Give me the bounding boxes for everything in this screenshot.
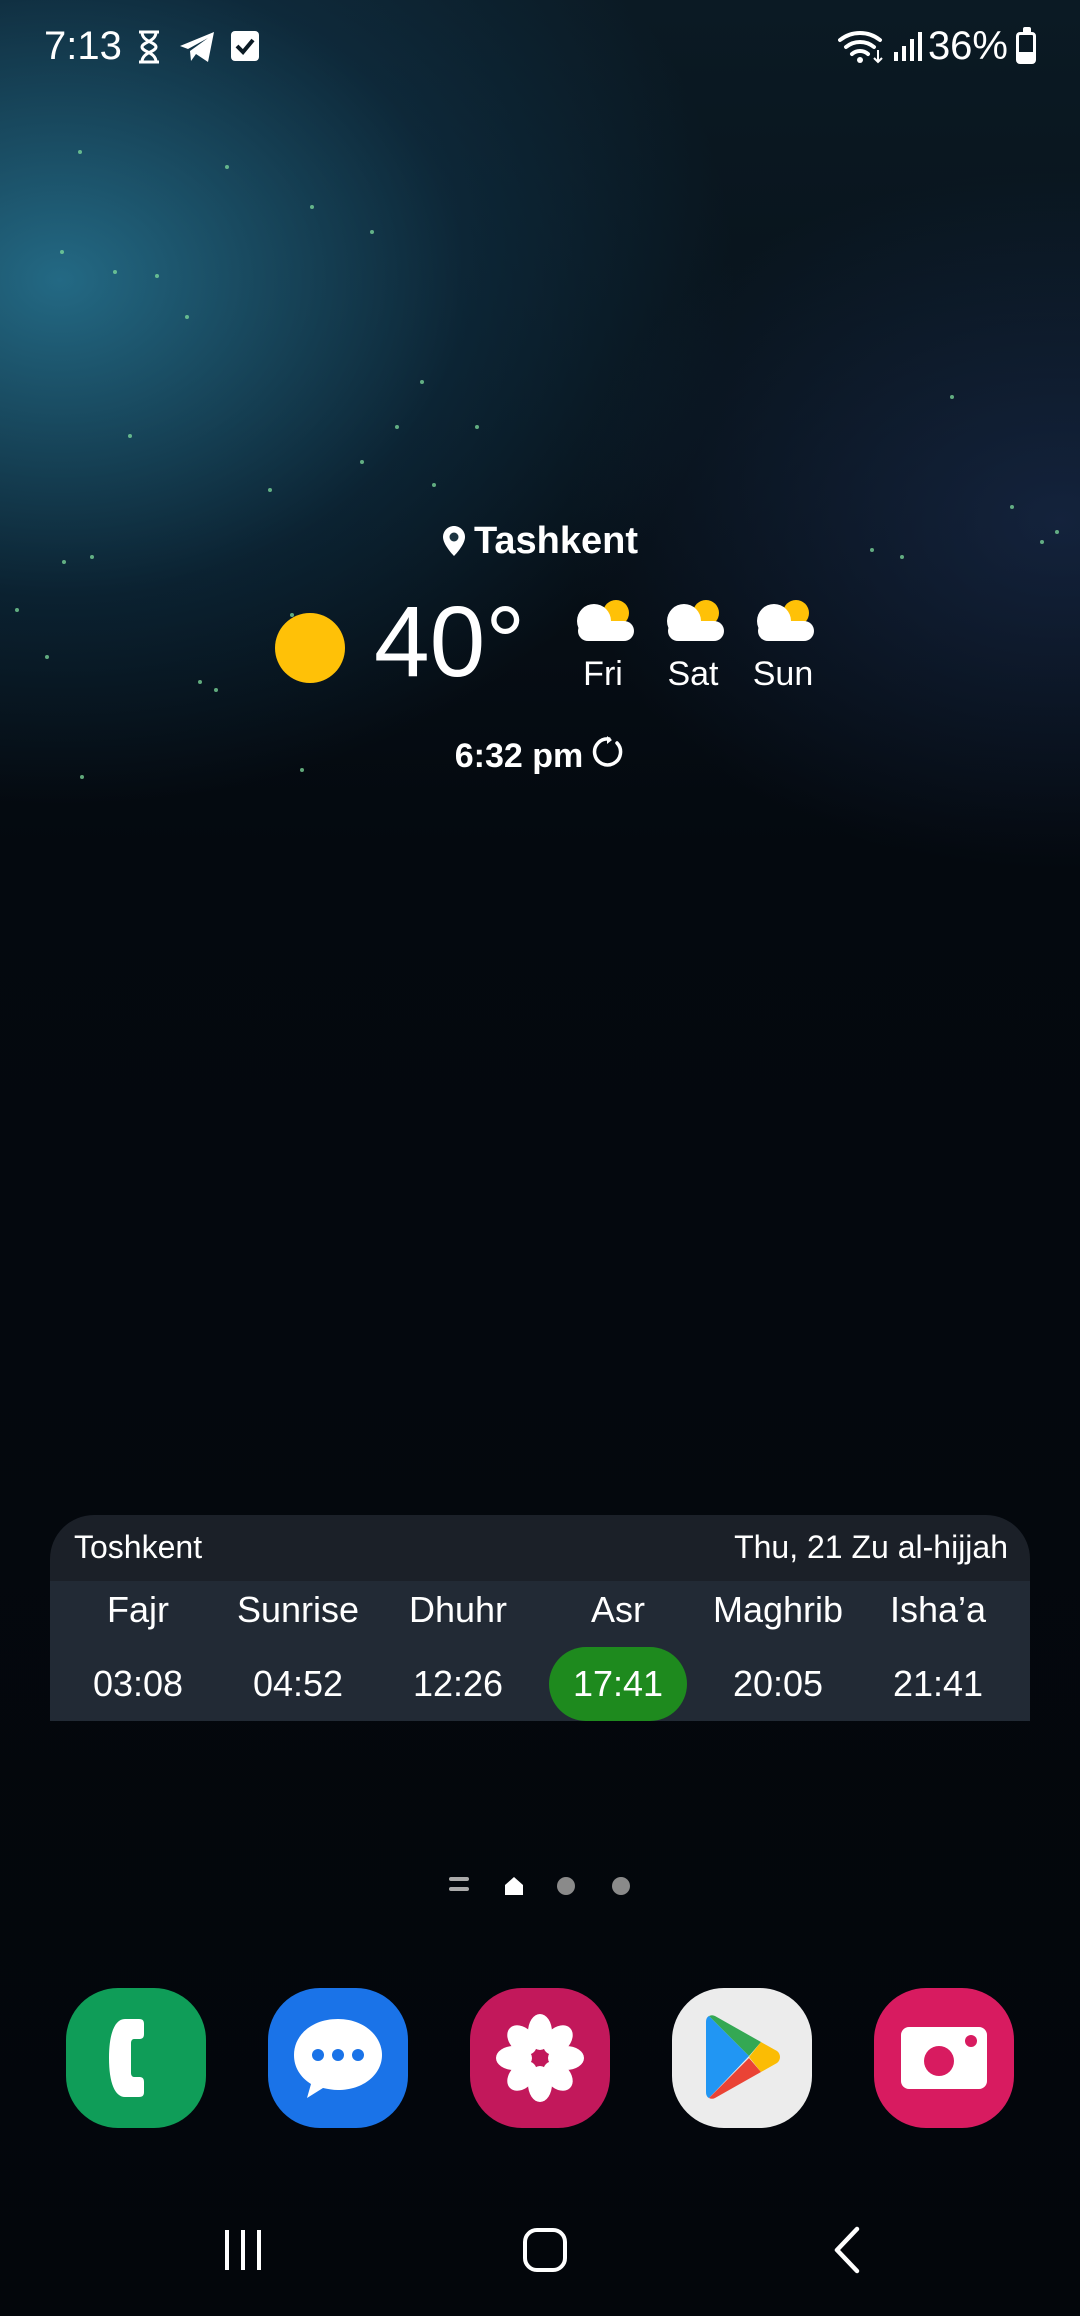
- prayer-time: 12:26: [412, 1663, 504, 1704]
- forecast-day: Sun: [743, 597, 823, 694]
- page-dot[interactable]: [557, 1877, 575, 1895]
- home-icon: [523, 2228, 567, 2272]
- prayer-sunrise: Sunrise 04:52: [218, 1581, 378, 1721]
- forecast-day-label: Sun: [752, 655, 814, 693]
- prayer-time: 20:05: [732, 1663, 824, 1704]
- prayer-date: Thu, 21 Zu al-hijjah: [734, 1529, 1008, 1565]
- prayer-fajr: Fajr 03:08: [58, 1581, 218, 1721]
- location-pin-icon: [442, 526, 465, 556]
- prayer-time: 04:52: [252, 1663, 344, 1704]
- prayer-name: Fajr: [107, 1589, 169, 1630]
- checkbox-icon: [230, 30, 260, 67]
- prayer-time: 21:41: [892, 1663, 984, 1704]
- prayer-times-row: Fajr 03:08 Sunrise 04:52 Dhuhr 12:26 Asr…: [50, 1581, 1030, 1721]
- back-button[interactable]: [812, 2222, 882, 2278]
- prayer-times-widget[interactable]: Toshkent Thu, 21 Zu al-hijjah Fajr 03:08…: [50, 1515, 1030, 1721]
- gallery-app[interactable]: [470, 1988, 610, 2128]
- prayer-time: 03:08: [92, 1663, 184, 1704]
- page-indicator[interactable]: [0, 1872, 1080, 1902]
- recents-button[interactable]: [208, 2222, 278, 2278]
- prayer-asr: Asr 17:41: [538, 1581, 698, 1721]
- sun-icon: [275, 613, 345, 683]
- play-store-icon: [706, 2015, 780, 2099]
- back-icon: [834, 2226, 860, 2274]
- updated-time: 6:32 pm: [454, 737, 584, 775]
- home-page-icon[interactable]: [503, 1875, 525, 1902]
- chat-icon: [294, 2019, 382, 2098]
- phone-icon: [109, 2019, 144, 2097]
- weather-widget[interactable]: Tashkent 40° Fri Sat Sun 6:32 pm: [250, 515, 830, 795]
- camera-app[interactable]: [874, 1988, 1014, 2128]
- messages-app[interactable]: [268, 1988, 408, 2128]
- wallpaper-stars: [0, 0, 1080, 1000]
- status-time: 7:13: [44, 24, 122, 68]
- page-dot[interactable]: [612, 1877, 630, 1895]
- prayer-city: Toshkent: [74, 1529, 203, 1565]
- prayer-name: Sunrise: [236, 1589, 360, 1630]
- forecast-day-label: Sat: [667, 655, 719, 693]
- prayer-header: Toshkent Thu, 21 Zu al-hijjah: [50, 1515, 1030, 1581]
- signal-icon: [892, 30, 924, 67]
- battery-icon: [1016, 27, 1036, 64]
- current-temperature: 40°: [374, 586, 526, 698]
- forecast-day-label: Fri: [583, 655, 623, 693]
- wifi-icon: [838, 28, 886, 69]
- weather-updated: 6:32 pm: [250, 735, 830, 776]
- refresh-icon[interactable]: [589, 735, 625, 771]
- partly-cloudy-icon: [757, 600, 814, 641]
- prayer-name: Isha’a: [889, 1589, 987, 1630]
- partly-cloudy-icon: [667, 600, 724, 641]
- location-name: Tashkent: [473, 520, 638, 562]
- prayer-name: Asr: [591, 1589, 645, 1630]
- hourglass-icon: [136, 30, 162, 69]
- flower-icon: [496, 2014, 584, 2102]
- prayer-ishaa: Isha’a 21:41: [858, 1581, 1018, 1721]
- battery-level: [1019, 51, 1033, 61]
- prayer-name: Maghrib: [712, 1589, 844, 1630]
- play-store-app[interactable]: [672, 1988, 812, 2128]
- phone-app[interactable]: [66, 1988, 206, 2128]
- forecast-day: Fri: [563, 597, 643, 694]
- partly-cloudy-icon: [577, 600, 634, 641]
- prayer-name: Dhuhr: [408, 1589, 508, 1630]
- telegram-icon: [178, 30, 216, 69]
- weather-location[interactable]: Tashkent: [250, 520, 830, 563]
- camera-icon: [901, 2027, 987, 2089]
- status-bar: 7:13 36%: [0, 0, 1080, 95]
- forecast-day: Sat: [653, 597, 733, 694]
- prayer-maghrib: Maghrib 20:05: [698, 1581, 858, 1721]
- battery-percentage: 36%: [927, 24, 1008, 68]
- prayer-time-current: 17:41: [549, 1647, 687, 1721]
- prayer-dhuhr: Dhuhr 12:26: [378, 1581, 538, 1721]
- page-menu-icon[interactable]: [449, 1877, 469, 1895]
- recents-icon: [225, 2230, 261, 2270]
- home-button[interactable]: [510, 2222, 580, 2278]
